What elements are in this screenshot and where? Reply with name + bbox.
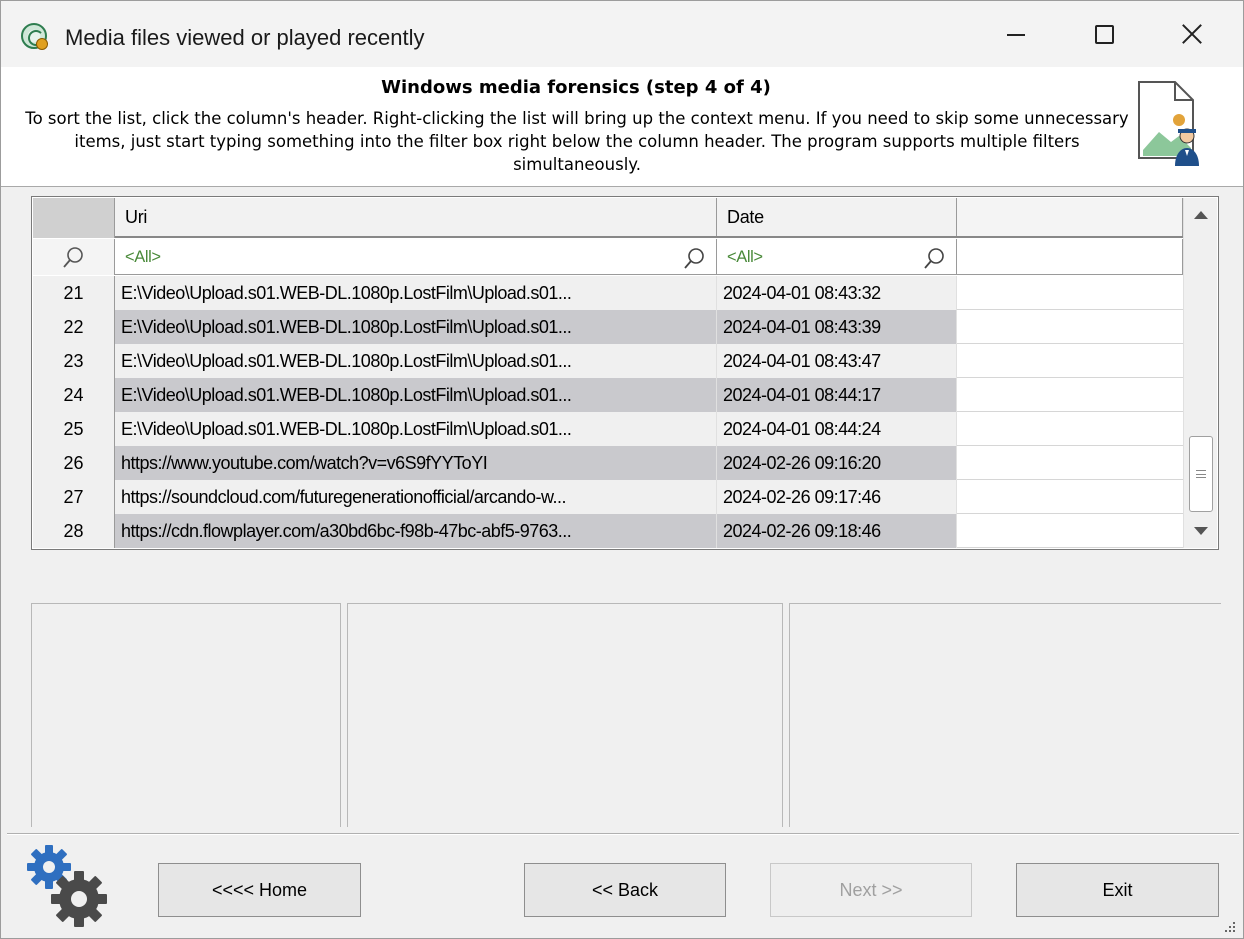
- empty-cell: [957, 412, 1183, 445]
- minimize-button[interactable]: [971, 1, 1061, 67]
- arrow-down-icon: [1194, 527, 1208, 535]
- search-icon[interactable]: [922, 245, 948, 271]
- column-header-empty: [957, 198, 1183, 236]
- uri-cell[interactable]: E:\Video\Upload.s01.WEB-DL.1080p.LostFil…: [115, 276, 717, 310]
- table-row[interactable]: 28 https://cdn.flowplayer.com/a30bd6bc-f…: [33, 514, 1183, 548]
- header-panel: Windows media forensics (step 4 of 4) To…: [1, 67, 1243, 187]
- uri-cell[interactable]: https://www.youtube.com/watch?v=v6S9fYYT…: [115, 446, 717, 480]
- date-cell[interactable]: 2024-04-01 08:43:47: [717, 344, 957, 378]
- home-button[interactable]: <<<< Home: [158, 863, 361, 917]
- details-panel-right: [789, 603, 1221, 827]
- row-number: 27: [33, 480, 115, 514]
- table-row[interactable]: 23 E:\Video\Upload.s01.WEB-DL.1080p.Lost…: [33, 344, 1183, 378]
- empty-cell: [957, 276, 1183, 309]
- filter-empty-cell: [957, 239, 1183, 275]
- close-button[interactable]: [1147, 1, 1237, 67]
- filter-row: <All> <All>: [33, 239, 1183, 275]
- date-cell[interactable]: 2024-04-01 08:44:17: [717, 378, 957, 412]
- row-number-header[interactable]: [33, 198, 115, 238]
- back-button[interactable]: << Back: [524, 863, 726, 917]
- gears-icon[interactable]: [19, 841, 115, 931]
- uri-cell[interactable]: https://cdn.flowplayer.com/a30bd6bc-f98b…: [115, 514, 717, 548]
- maximize-button[interactable]: [1059, 1, 1149, 67]
- filter-row-indicator: [33, 239, 115, 275]
- date-filter-input[interactable]: <All>: [717, 239, 957, 275]
- empty-cell: [957, 514, 1183, 547]
- row-number: 28: [33, 514, 115, 548]
- table-row[interactable]: 27 https://soundcloud.com/futuregenerati…: [33, 480, 1183, 514]
- footer-separator: [7, 833, 1239, 835]
- next-button[interactable]: Next >>: [770, 863, 972, 917]
- details-panel-left: [31, 603, 341, 827]
- row-number: 23: [33, 344, 115, 378]
- uri-cell[interactable]: E:\Video\Upload.s01.WEB-DL.1080p.LostFil…: [115, 310, 717, 344]
- table-row[interactable]: 24 E:\Video\Upload.s01.WEB-DL.1080p.Lost…: [33, 378, 1183, 412]
- window-title: Media files viewed or played recently: [65, 25, 425, 50]
- step-description: To sort the list, click the column's hea…: [25, 109, 1129, 174]
- vertical-scrollbar[interactable]: [1183, 198, 1217, 548]
- row-number: 24: [33, 378, 115, 412]
- step-title: Windows media forensics (step 4 of 4): [381, 77, 771, 98]
- row-number: 22: [33, 310, 115, 344]
- app-icon: [21, 23, 48, 50]
- date-cell[interactable]: 2024-04-01 08:43:39: [717, 310, 957, 344]
- empty-cell: [957, 480, 1183, 513]
- uri-filter-input[interactable]: <All>: [115, 239, 717, 275]
- search-icon: [62, 247, 83, 268]
- details-panel-middle: [347, 603, 783, 827]
- date-cell[interactable]: 2024-02-26 09:17:46: [717, 480, 957, 514]
- app-window: Media files viewed or played recently Wi…: [0, 0, 1244, 939]
- maximize-icon: [1094, 24, 1114, 44]
- arrow-up-icon: [1194, 211, 1208, 219]
- uri-cell[interactable]: E:\Video\Upload.s01.WEB-DL.1080p.LostFil…: [115, 378, 717, 412]
- title-bar: Media files viewed or played recently: [1, 1, 1243, 67]
- minimize-icon: [1007, 34, 1025, 36]
- column-header-uri[interactable]: Uri: [115, 198, 717, 236]
- grid-body: Uri Date <All> <All> 21 E:\Video\Upload.…: [33, 198, 1183, 548]
- date-cell[interactable]: 2024-02-26 09:18:46: [717, 514, 957, 548]
- table-row[interactable]: 21 E:\Video\Upload.s01.WEB-DL.1080p.Lost…: [33, 276, 1183, 310]
- empty-cell: [957, 310, 1183, 343]
- row-number: 21: [33, 276, 115, 310]
- uri-cell[interactable]: E:\Video\Upload.s01.WEB-DL.1080p.LostFil…: [115, 412, 717, 446]
- close-icon: [1181, 23, 1203, 45]
- grid-header-row: Uri Date: [33, 198, 1183, 238]
- table-row[interactable]: 25 E:\Video\Upload.s01.WEB-DL.1080p.Lost…: [33, 412, 1183, 446]
- row-number: 26: [33, 446, 115, 480]
- date-cell[interactable]: 2024-04-01 08:43:32: [717, 276, 957, 310]
- resize-grip-icon[interactable]: [1223, 920, 1237, 934]
- scroll-down-button[interactable]: [1184, 514, 1218, 548]
- empty-cell: [957, 446, 1183, 479]
- date-cell[interactable]: 2024-02-26 09:16:20: [717, 446, 957, 480]
- document-investigator-icon: [1138, 81, 1199, 166]
- table-row[interactable]: 22 E:\Video\Upload.s01.WEB-DL.1080p.Lost…: [33, 310, 1183, 344]
- uri-cell[interactable]: https://soundcloud.com/futuregenerationo…: [115, 480, 717, 514]
- scroll-thumb[interactable]: [1189, 436, 1213, 512]
- results-grid[interactable]: Uri Date <All> <All> 21 E:\Video\Upload.…: [31, 196, 1219, 550]
- exit-button[interactable]: Exit: [1016, 863, 1219, 917]
- date-cell[interactable]: 2024-04-01 08:44:24: [717, 412, 957, 446]
- empty-cell: [957, 344, 1183, 377]
- date-filter-value: <All>: [727, 247, 763, 266]
- scroll-up-button[interactable]: [1184, 198, 1218, 232]
- search-icon[interactable]: [682, 245, 708, 271]
- column-header-date[interactable]: Date: [717, 198, 957, 236]
- table-row[interactable]: 26 https://www.youtube.com/watch?v=v6S9f…: [33, 446, 1183, 480]
- row-number: 25: [33, 412, 115, 446]
- uri-filter-value: <All>: [125, 247, 161, 266]
- empty-cell: [957, 378, 1183, 411]
- grip-icon: [1196, 470, 1206, 478]
- uri-cell[interactable]: E:\Video\Upload.s01.WEB-DL.1080p.LostFil…: [115, 344, 717, 378]
